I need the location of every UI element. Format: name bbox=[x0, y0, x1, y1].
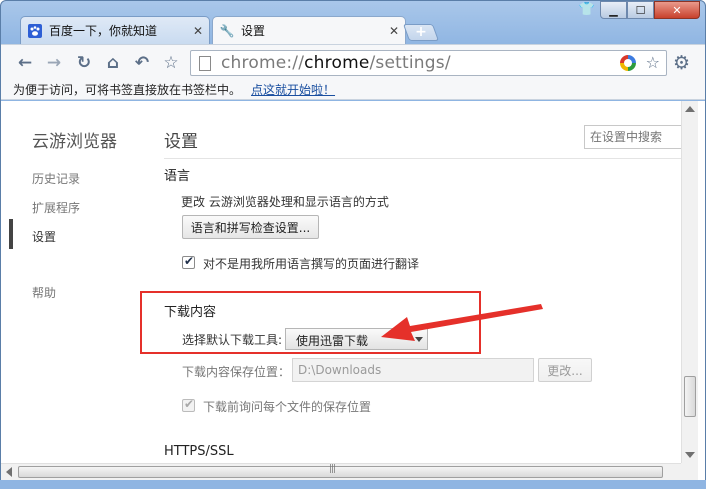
download-location-field: D:\Downloads bbox=[292, 358, 534, 382]
theme-shirt-icon[interactable]: 👕 bbox=[576, 2, 598, 20]
page-icon bbox=[199, 55, 211, 71]
tab-strip: 百度一下，你就知道 ✕ 🔧 设置 ✕ + 👕 ▁ ☐ ✕ bbox=[0, 0, 706, 44]
forward-arrow-icon: → bbox=[46, 53, 62, 73]
sidebar-selection-indicator bbox=[9, 219, 13, 249]
scrollbar-corner bbox=[681, 463, 698, 480]
ask-location-label: 下载前询问每个文件的保存位置 bbox=[203, 400, 372, 414]
sidebar-item-help[interactable]: 帮助 bbox=[32, 284, 56, 301]
horizontal-scroll-thumb[interactable] bbox=[18, 464, 663, 478]
extension-icon[interactable] bbox=[620, 55, 636, 71]
settings-page: 云游浏览器 历史记录 扩展程序 设置 帮助 设置 语言 更改 云游浏览器处理和显… bbox=[1, 101, 705, 480]
window-bottom-border bbox=[0, 480, 706, 489]
undo-button[interactable]: ↶ bbox=[132, 53, 152, 73]
tab-settings[interactable]: 🔧 设置 ✕ bbox=[212, 16, 406, 44]
plus-icon: + bbox=[415, 24, 427, 40]
scroll-left-icon[interactable] bbox=[6, 467, 12, 477]
vertical-scroll-thumb[interactable] bbox=[684, 376, 696, 417]
forward-button[interactable]: → bbox=[44, 53, 64, 73]
scroll-down-icon[interactable] bbox=[685, 452, 695, 458]
baidu-paw-icon bbox=[27, 23, 43, 39]
download-location-label: 下载内容保存位置： bbox=[182, 365, 291, 379]
page-title: 设置 bbox=[164, 132, 198, 152]
wrench-icon: 🔧 bbox=[219, 23, 235, 38]
wrench-menu-icon[interactable]: ⚙ bbox=[673, 52, 690, 74]
tab-label: 百度一下，你就知道 bbox=[49, 24, 158, 38]
new-tab-button[interactable]: + bbox=[402, 24, 440, 41]
sidebar-item-extensions[interactable]: 扩展程序 bbox=[32, 199, 80, 216]
ask-location-checkbox[interactable] bbox=[182, 397, 195, 412]
change-location-button[interactable]: 更改... bbox=[538, 358, 592, 382]
maximize-button[interactable]: ☐ bbox=[627, 1, 654, 19]
language-section-title: 语言 bbox=[164, 169, 191, 184]
sidebar-title: 云游浏览器 bbox=[32, 132, 117, 152]
undo-icon: ↶ bbox=[134, 53, 150, 73]
reload-button[interactable]: ↻ bbox=[74, 53, 94, 73]
window-controls: 👕 ▁ ☐ ✕ bbox=[576, 1, 700, 20]
pointer-arrow-icon bbox=[381, 304, 543, 341]
back-button[interactable]: ← bbox=[15, 53, 35, 73]
bookmark-bar: 为便于访问，可将书签直接放在书签栏中。 点这就开始啦！ bbox=[1, 80, 705, 100]
bookmark-import-link[interactable]: 点这就开始啦！ bbox=[251, 81, 335, 98]
tab-baidu[interactable]: 百度一下，你就知道 ✕ bbox=[20, 16, 210, 44]
language-description: 更改 云游浏览器处理和显示语言的方式 bbox=[181, 195, 389, 209]
header-divider bbox=[164, 158, 684, 159]
bookmark-star-button[interactable]: ☆ bbox=[161, 53, 181, 73]
home-button[interactable]: ⌂ bbox=[103, 53, 123, 73]
minimize-button[interactable]: ▁ bbox=[600, 1, 627, 19]
home-icon: ⌂ bbox=[106, 53, 120, 73]
reload-icon: ↻ bbox=[76, 53, 92, 73]
tab-label: 设置 bbox=[241, 24, 266, 38]
scroll-up-icon[interactable] bbox=[685, 106, 695, 112]
translate-label: 对不是用我所用语言撰写的页面进行翻译 bbox=[203, 257, 420, 271]
vertical-scrollbar[interactable] bbox=[681, 101, 698, 463]
address-bar[interactable]: chrome://chrome/settings/ ☆ bbox=[190, 50, 667, 76]
horizontal-scrollbar[interactable] bbox=[1, 463, 698, 480]
language-settings-button[interactable]: 语言和拼写检查设置... bbox=[182, 215, 319, 239]
url-text: chrome://chrome/settings/ bbox=[221, 53, 451, 73]
back-arrow-icon: ← bbox=[17, 53, 33, 73]
close-window-button[interactable]: ✕ bbox=[654, 1, 700, 19]
translate-checkbox[interactable] bbox=[182, 254, 195, 269]
star-icon: ☆ bbox=[163, 53, 179, 73]
star-icon[interactable]: ☆ bbox=[646, 53, 660, 72]
settings-search-input[interactable] bbox=[584, 125, 684, 149]
toolbar: ← → ↻ ⌂ ↶ ☆ chrome://chrome/settings/ ☆ … bbox=[1, 44, 705, 80]
close-icon[interactable]: ✕ bbox=[389, 24, 399, 38]
https-section-title: HTTPS/SSL bbox=[164, 444, 234, 459]
sidebar-item-history[interactable]: 历史记录 bbox=[32, 170, 80, 187]
close-icon[interactable]: ✕ bbox=[193, 24, 203, 38]
sidebar-item-settings[interactable]: 设置 bbox=[32, 228, 56, 245]
bookmark-hint: 为便于访问，可将书签直接放在书签栏中。 bbox=[13, 83, 242, 97]
